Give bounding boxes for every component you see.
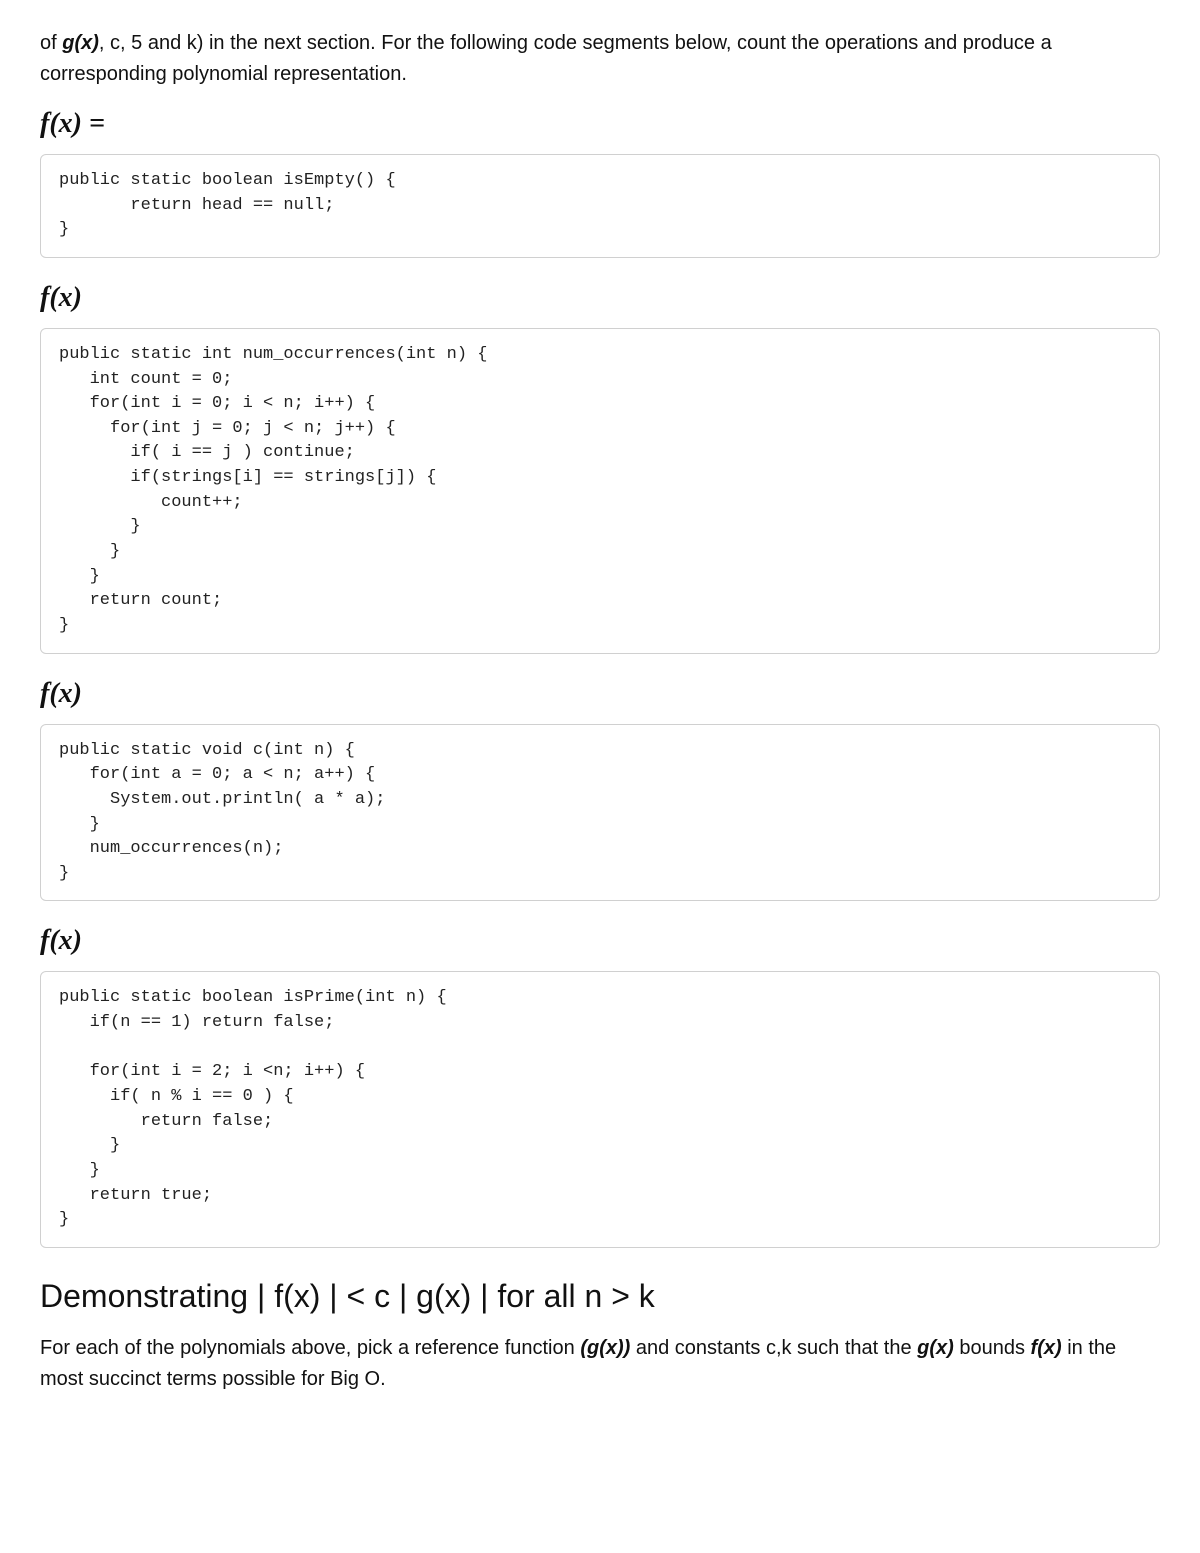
intro-text-1: of [40,32,62,54]
fx-label: f(x) [40,678,82,709]
fx-heading-4: f(x) [40,925,1160,957]
gx-paren-symbol: (g(x)) [580,1337,630,1359]
gx-symbol: g(x) [62,32,99,54]
fx-equals-heading: f(x) = [40,108,1160,140]
intro-text-2: , c, 5 and k) in the next section. For t… [40,32,1052,85]
code-block-3: public static void c(int n) { for(int a … [40,724,1160,902]
fx-symbol: f(x) [1031,1337,1062,1359]
fx-label: f(x) [40,282,82,313]
outro-text-2: and constants c,k such that the [630,1337,917,1359]
gx-symbol-2: g(x) [917,1337,954,1359]
outro-text-3: bounds [954,1337,1031,1359]
outro-text-1: For each of the polynomials above, pick … [40,1337,580,1359]
code-block-2: public static int num_occurrences(int n)… [40,328,1160,654]
code-block-1: public static boolean isEmpty() { return… [40,154,1160,258]
intro-paragraph: of g(x), c, 5 and k) in the next section… [40,28,1160,90]
fx-heading-3: f(x) [40,678,1160,710]
outro-paragraph: For each of the polynomials above, pick … [40,1333,1160,1395]
fx-heading-2: f(x) [40,282,1160,314]
code-block-4: public static boolean isPrime(int n) { i… [40,971,1160,1247]
section-heading: Demonstrating | f(x) | < c | g(x) | for … [40,1278,1160,1315]
fx-label: f(x) [40,925,82,956]
page: of g(x), c, 5 and k) in the next section… [0,0,1200,1443]
fx-label: f(x) = [40,108,105,139]
